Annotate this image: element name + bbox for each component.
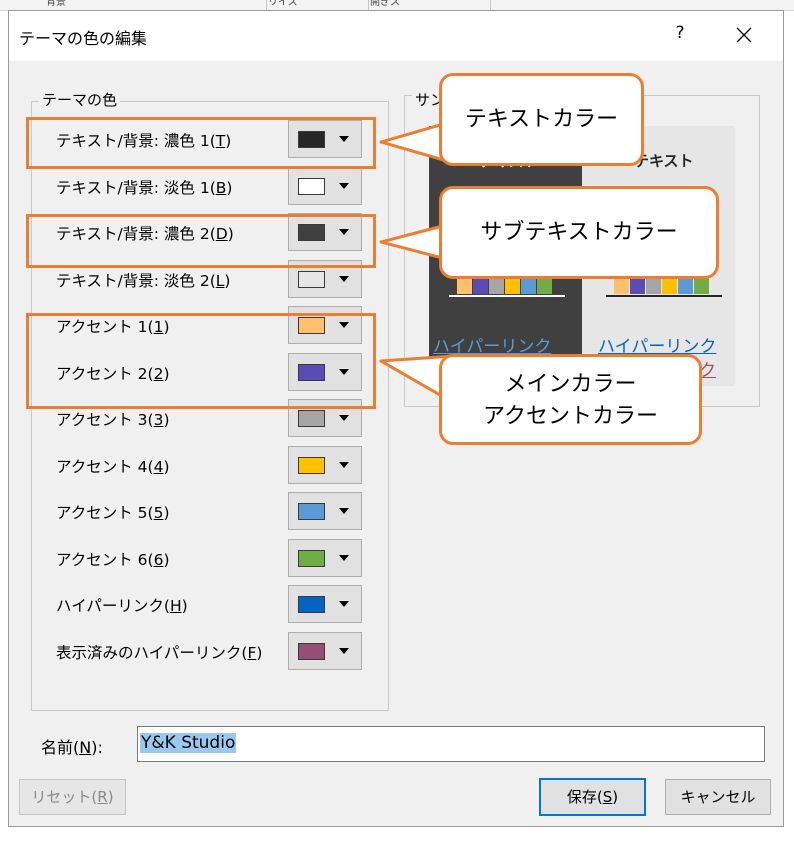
reset-button[interactable]: リセット(R) — [19, 779, 126, 815]
callout-text-color: テキストカラー — [439, 73, 644, 166]
name-input[interactable]: Y&K Studio — [137, 726, 765, 762]
background-tab: リイズ — [262, 0, 369, 10]
edit-theme-colors-dialog: テーマの色の編集 ? テーマの色 テキスト/背景: 濃色 1(T) テキスト/背景… — [8, 10, 784, 827]
cancel-button[interactable]: キャンセル — [665, 779, 771, 815]
name-input-value: Y&K Studio — [140, 733, 237, 753]
save-button[interactable]: 保存(S) — [539, 778, 646, 816]
callout-accent-color: メインカラー アクセントカラー — [439, 354, 702, 445]
callout-accent-color-text: アクセントカラー — [483, 404, 658, 429]
callout-main-color: メインカラー — [504, 372, 637, 397]
background-tab: 背景 — [40, 0, 267, 10]
name-label: 名前(N): — [41, 738, 103, 757]
background-tab: 開ぎス — [364, 0, 491, 10]
callout-subtext-color: サブテキストカラー — [439, 186, 719, 279]
